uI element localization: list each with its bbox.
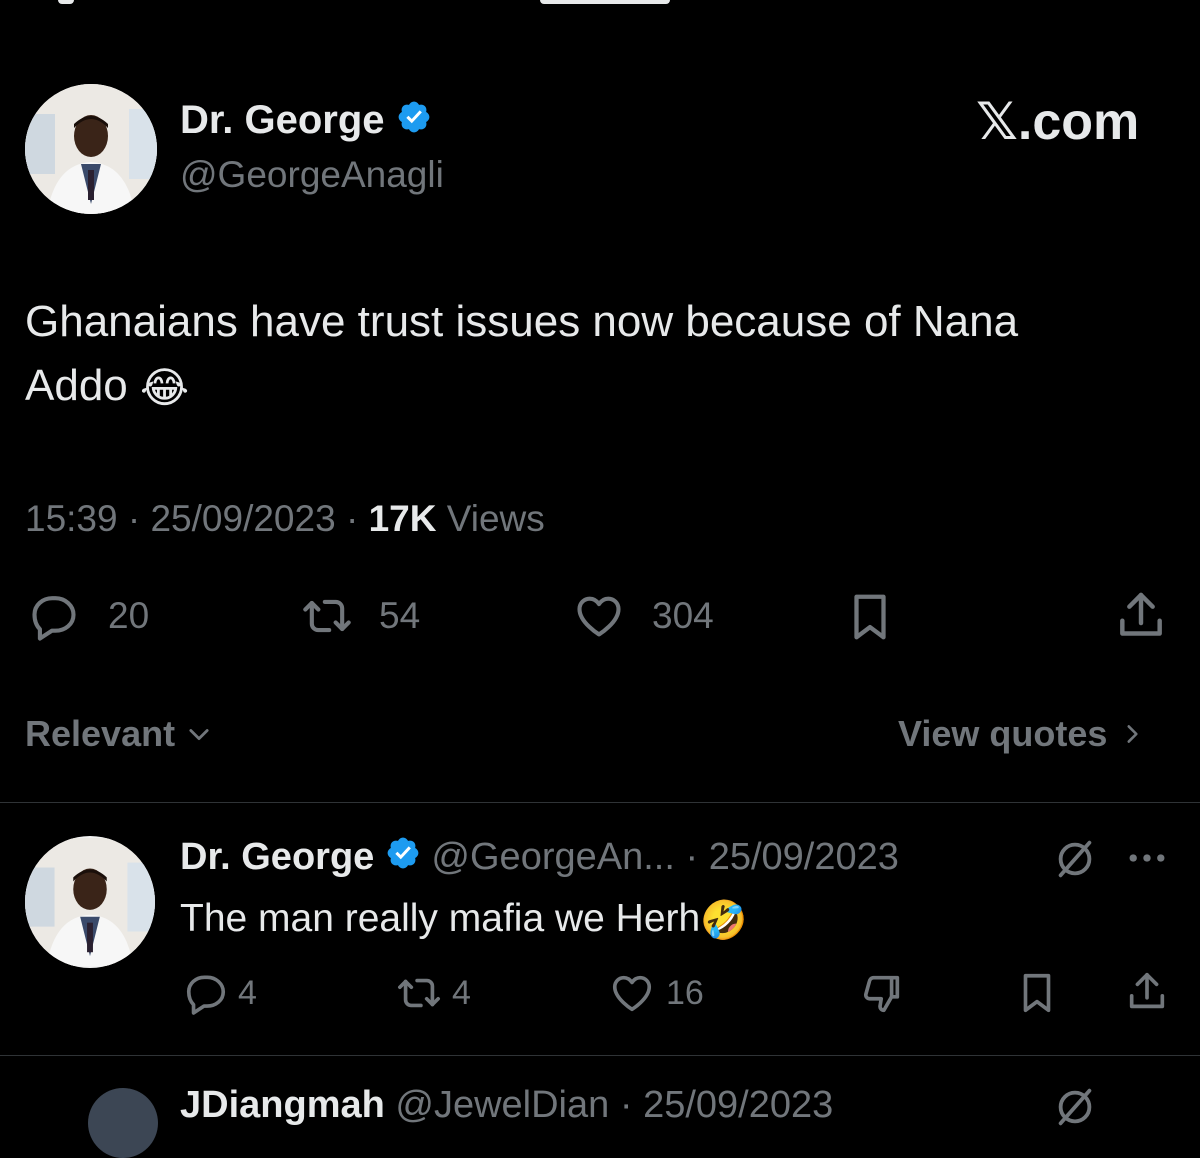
reply-repost-button[interactable]: 4 <box>392 970 471 1016</box>
chevron-right-icon <box>1119 719 1145 749</box>
views-label: Views <box>446 498 545 539</box>
bookmark-button[interactable] <box>840 590 900 644</box>
share-icon <box>1112 588 1170 644</box>
reply-button[interactable]: 20 <box>25 590 149 642</box>
reply-count: 20 <box>108 595 150 636</box>
grok-icon[interactable] <box>1052 1084 1098 1135</box>
view-quotes-link[interactable]: View quotes <box>898 712 1145 756</box>
tweet-text: Ghanaians have trust issues now because … <box>25 290 1185 420</box>
separator-dot: · <box>619 1084 633 1126</box>
author-handle[interactable]: @GeorgeAnagli <box>180 152 444 198</box>
reply-header: Dr. George @GeorgeAn... · 25/09/2023 <box>180 834 899 882</box>
chevron-down-icon <box>185 720 213 748</box>
rolling-laughing-emoji: 🤣 <box>700 899 748 942</box>
view-quotes-label: View quotes <box>898 713 1108 754</box>
reply-share-button[interactable] <box>1124 968 1170 1016</box>
tweet-time[interactable]: 15:39 <box>25 498 118 539</box>
like-button[interactable]: 304 <box>568 590 714 642</box>
grok-icon[interactable] <box>1052 836 1098 887</box>
header-title-cutoff <box>540 0 670 4</box>
author-name-row[interactable]: Dr. George <box>180 96 432 146</box>
reply-repost-count: 4 <box>452 973 471 1012</box>
next-reply-header: JDiangmah @JewelDian · 25/09/2023 <box>180 1082 833 1128</box>
reply-date[interactable]: 25/09/2023 <box>709 836 899 878</box>
x-logo: 𝕏.com <box>976 93 1140 151</box>
verified-badge-icon <box>396 98 432 146</box>
next-reply-avatar[interactable] <box>88 1088 158 1158</box>
reply-reply-count: 4 <box>238 973 257 1012</box>
repost-count: 54 <box>379 595 421 636</box>
author-avatar[interactable] <box>25 84 157 214</box>
reply-text: The man really mafia we Herh🤣 <box>180 894 748 946</box>
reply-reply-button[interactable]: 4 <box>182 970 257 1016</box>
verified-badge-icon <box>385 835 421 882</box>
next-reply-author-handle[interactable]: @JewelDian <box>395 1084 609 1126</box>
sort-dropdown[interactable]: Relevant <box>25 712 213 756</box>
author-name[interactable]: Dr. George <box>180 98 385 142</box>
tweet-date[interactable]: 25/09/2023 <box>150 498 335 539</box>
reply-author-avatar[interactable] <box>25 836 155 968</box>
sort-label: Relevant <box>25 713 176 754</box>
share-icon <box>1124 968 1170 1016</box>
reply-author-name[interactable]: Dr. George <box>180 836 374 878</box>
repost-button[interactable]: 54 <box>295 590 420 642</box>
heart-icon <box>606 970 658 1016</box>
bookmark-icon <box>1014 970 1060 1016</box>
reply-icon <box>182 970 230 1016</box>
repost-icon <box>392 970 446 1016</box>
reply-text-content: The man really mafia we Herh <box>180 897 701 940</box>
reply-author-handle[interactable]: @GeorgeAn... <box>431 836 674 878</box>
tweet-text-line1: Ghanaians have trust issues now because … <box>25 297 1019 346</box>
heart-icon <box>568 590 630 642</box>
separator-dot: · <box>345 498 359 539</box>
reply-icon <box>25 590 83 642</box>
tweet-meta: 15:39 · 25/09/2023 · 17K Views <box>25 496 545 542</box>
tweet-text-line2: Addo <box>25 361 128 410</box>
separator-dot: · <box>685 836 699 878</box>
divider <box>0 1055 1200 1056</box>
tears-of-joy-emoji: 😂 <box>140 364 190 412</box>
back-arrow-icon[interactable] <box>58 0 74 4</box>
separator-dot: · <box>127 498 141 539</box>
next-reply-author-name[interactable]: JDiangmah <box>180 1084 385 1126</box>
more-options-icon[interactable] <box>1124 840 1170 881</box>
reply-like-count: 16 <box>666 973 704 1012</box>
reply-bookmark-button[interactable] <box>1014 970 1060 1016</box>
dislike-button[interactable] <box>856 970 908 1016</box>
next-reply-date[interactable]: 25/09/2023 <box>643 1084 833 1126</box>
bookmark-icon <box>840 590 900 644</box>
like-count: 304 <box>652 595 714 636</box>
views-count[interactable]: 17K <box>369 498 437 539</box>
share-button[interactable] <box>1112 588 1170 644</box>
reply-like-button[interactable]: 16 <box>606 970 704 1016</box>
thumbs-down-icon <box>856 970 908 1016</box>
repost-icon <box>295 590 359 642</box>
divider <box>0 802 1200 803</box>
